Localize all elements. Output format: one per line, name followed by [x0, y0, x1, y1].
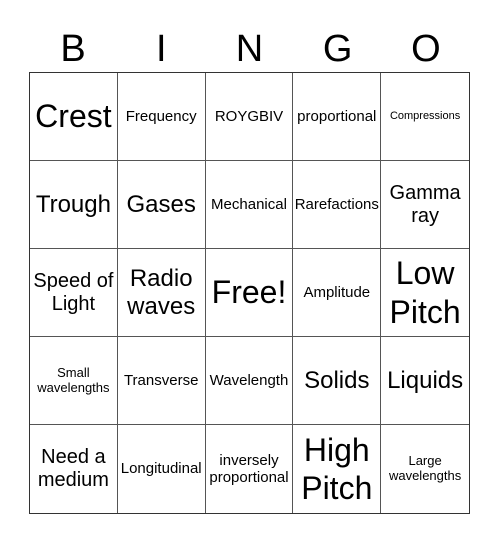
bingo-cell[interactable]: Transverse: [117, 337, 206, 425]
bingo-cell[interactable]: High Pitch: [293, 425, 382, 513]
header-letter-n: N: [235, 28, 264, 70]
bingo-cell[interactable]: Mechanical: [205, 161, 294, 249]
bingo-card-grid: Crest Frequency ROYGBIV proportional Compres…: [29, 72, 470, 514]
bingo-cell[interactable]: Crest: [30, 73, 118, 161]
bingo-cell[interactable]: Frequency: [117, 73, 206, 161]
bingo-cell[interactable]: Solids: [293, 337, 382, 425]
bingo-cell[interactable]: inversely proportional: [206, 425, 294, 513]
bingo-cell[interactable]: Rarefactions: [293, 161, 382, 249]
bingo-cell[interactable]: proportional: [293, 73, 382, 161]
header-letter-g: G: [322, 28, 353, 70]
header-letter-b: B: [60, 28, 86, 70]
bingo-cell[interactable]: Gamma ray: [381, 161, 469, 249]
bingo-cell[interactable]: Low Pitch: [381, 249, 469, 337]
bingo-cell[interactable]: Speed of Light: [30, 249, 118, 337]
bingo-cell[interactable]: Gases: [117, 161, 206, 249]
bingo-cell[interactable]: Need a medium: [30, 425, 118, 513]
bingo-cell[interactable]: Compressions: [381, 73, 469, 161]
header-letter-o: O: [411, 28, 441, 70]
bingo-header: B I N G O: [29, 26, 470, 72]
bingo-cell[interactable]: Wavelength: [205, 337, 294, 425]
bingo-cell[interactable]: Radio waves: [117, 249, 206, 337]
free-space-cell[interactable]: Free!: [205, 249, 294, 337]
bingo-cell[interactable]: Trough: [30, 161, 118, 249]
bingo-cell[interactable]: Amplitude: [293, 249, 382, 337]
bingo-cell[interactable]: Large wavelengths: [381, 425, 469, 513]
bingo-cell[interactable]: Small wavelengths: [30, 337, 118, 425]
bingo-cell[interactable]: Longitudinal: [118, 425, 206, 513]
bingo-cell[interactable]: ROYGBIV: [205, 73, 294, 161]
header-letter-i: I: [156, 28, 167, 70]
bingo-cell[interactable]: Liquids: [381, 337, 469, 425]
